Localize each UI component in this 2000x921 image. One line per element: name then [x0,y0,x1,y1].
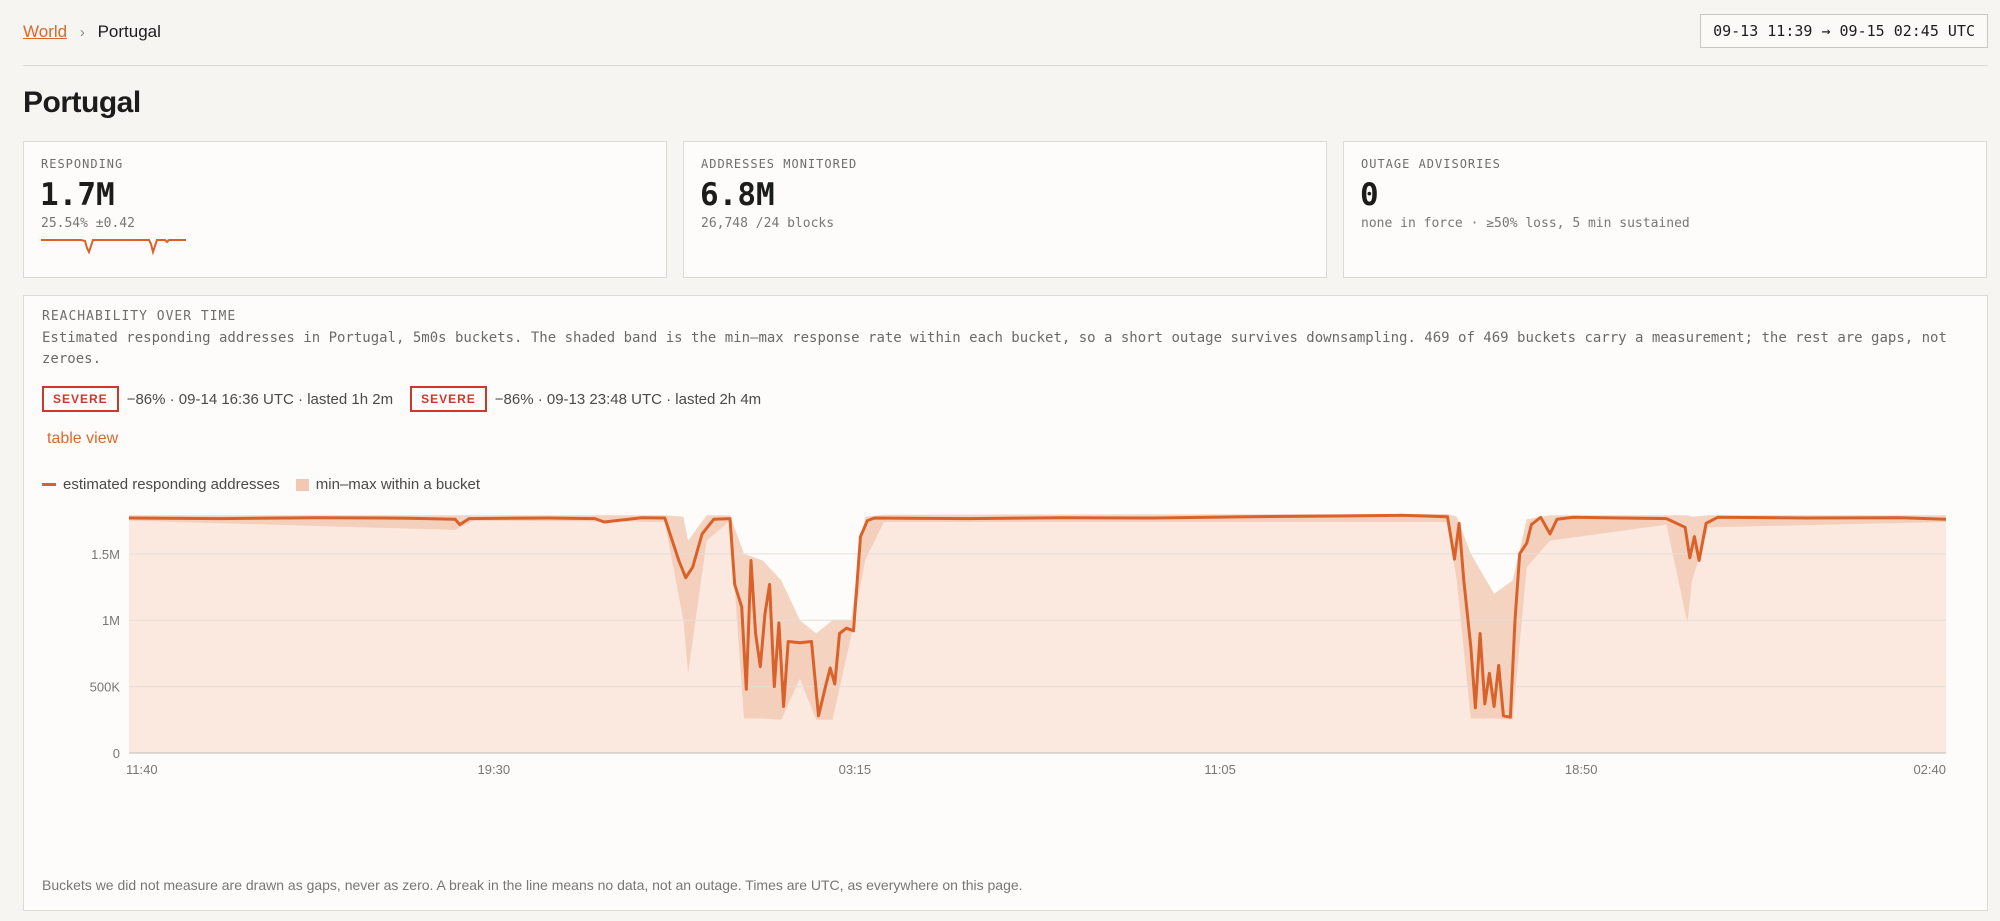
breadcrumb-separator: › [79,24,85,41]
severity-badge: SEVERE [42,386,119,412]
card-label: OUTAGE ADVISORIES [1361,157,1501,171]
card-label: RESPONDING [41,157,124,171]
reachability-panel: REACHABILITY OVER TIME Estimated respond… [23,295,1988,911]
event-summary[interactable]: −86% · 09-14 16:36 UTC · lasted 1h 2m [127,391,393,408]
panel-title: REACHABILITY OVER TIME [42,309,237,324]
card-subtext: 26,748 /24 blocks [701,216,835,231]
card-value: 1.7M [40,177,115,213]
reachability-chart[interactable]: 0 500K 1M 1.5M 11:40 19:30 03:15 11:05 18:50 02:4… [24,496,1987,866]
time-range-picker[interactable]: 09-13 11:39 → 09-15 02:45 UTC [1700,14,1988,48]
event-summary[interactable]: −86% · 09-13 23:48 UTC · lasted 2h 4m [495,391,761,408]
addresses-monitored-card: ADDRESSES MONITORED 6.8M 26,748 /24 bloc… [683,141,1327,278]
page-title: Portugal [23,86,141,119]
card-subtext: none in force · ≥50% loss, 5 min sustain… [1361,216,1690,231]
x-tick-label: 11:05 [1204,762,1236,777]
chart-footnote: Buckets we did not measure are drawn as … [42,877,1023,893]
breadcrumb-current: Portugal [97,22,161,41]
top-bar: World › Portugal 09-13 11:39 → 09-15 02:… [23,0,1988,66]
x-tick-label: 18:50 [1565,762,1598,777]
chart-legend: estimated responding addresses min–max w… [42,476,480,493]
panel-description: Estimated responding addresses in Portug… [42,330,1947,367]
x-tick-label: 11:40 [126,762,158,777]
breadcrumb: World › Portugal [23,22,161,42]
responding-card: RESPONDING 1.7M 25.54% ±0.42 [23,141,667,278]
outage-events: SEVERE −86% · 09-14 16:36 UTC · lasted 1… [42,386,778,412]
y-tick-label: 1.5M [91,547,120,562]
legend-line-label: estimated responding addresses [63,476,280,493]
card-subtext: 25.54% ±0.42 [41,216,135,231]
x-tick-label: 19:30 [478,762,511,777]
severity-badge: SEVERE [410,386,487,412]
x-tick-label: 02:40 [1913,762,1946,777]
card-label: ADDRESSES MONITORED [701,157,858,171]
card-value: 0 [1360,177,1379,213]
card-value: 6.8M [700,177,775,213]
table-view-link[interactable]: table view [47,430,118,448]
x-tick-label: 03:15 [839,762,872,777]
y-tick-label: 1M [102,613,120,628]
breadcrumb-world-link[interactable]: World [23,22,67,41]
responding-sparkline [41,239,186,256]
legend-band-swatch [295,478,309,491]
y-tick-label: 0 [113,746,120,761]
y-tick-label: 500K [90,680,121,695]
outage-advisories-card: OUTAGE ADVISORIES 0 none in force · ≥50%… [1343,141,1987,278]
legend-line-swatch [42,483,56,486]
legend-band-label: min–max within a bucket [315,476,481,493]
